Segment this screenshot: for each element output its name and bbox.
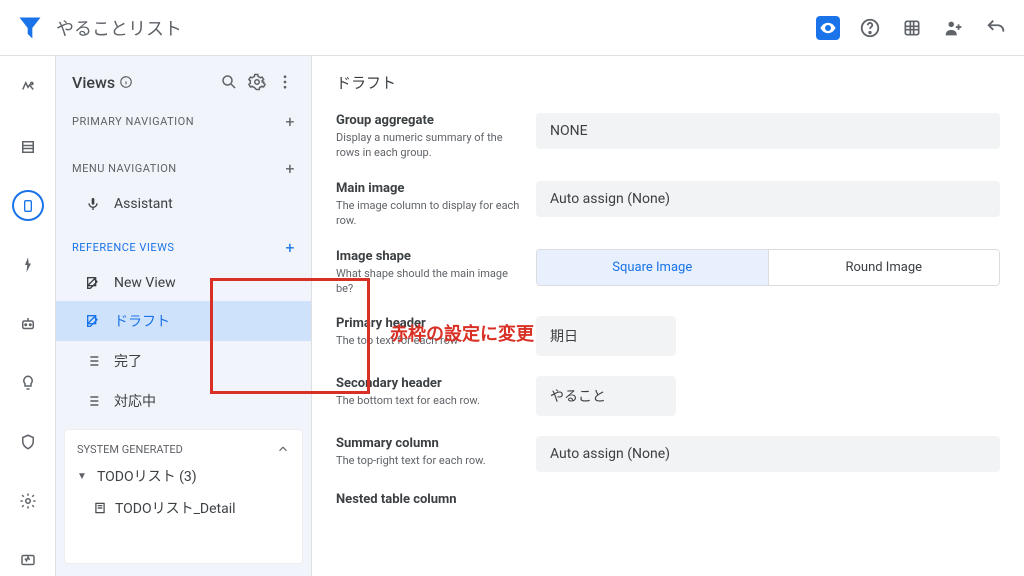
grid-icon[interactable] bbox=[900, 16, 924, 40]
rail-manage-icon[interactable] bbox=[12, 545, 44, 576]
app-logo bbox=[16, 14, 44, 42]
nav-inprogress[interactable]: 対応中 bbox=[56, 381, 311, 421]
add-primary-nav[interactable]: + bbox=[285, 112, 295, 131]
info-icon[interactable] bbox=[119, 75, 133, 89]
field-label-nested-table: Nested table column bbox=[336, 492, 520, 507]
list-icon bbox=[84, 353, 102, 369]
rail-security-icon[interactable] bbox=[12, 427, 44, 458]
segmented-image-shape: Square Image Round Image bbox=[536, 249, 1000, 286]
field-label-summary-column: Summary column bbox=[336, 436, 520, 451]
field-desc-secondary-header: The bottom text for each row. bbox=[336, 393, 520, 408]
section-primary-nav: PRIMARY NAVIGATION + bbox=[56, 104, 311, 139]
tree-root[interactable]: ▼ TODOリスト (3) bbox=[65, 460, 302, 492]
caret-icon: ▼ bbox=[77, 471, 89, 482]
section-ref-views: REFERENCE VIEWS + bbox=[56, 230, 311, 265]
field-desc-image-shape: What shape should the main image be? bbox=[336, 266, 520, 297]
views-panel: Views PRIMARY NAVIGATION + MENU NAVIGATI… bbox=[56, 56, 312, 576]
nav-done[interactable]: 完了 bbox=[56, 341, 311, 381]
help-icon[interactable] bbox=[858, 16, 882, 40]
rail-settings-icon[interactable] bbox=[12, 486, 44, 517]
field-label-secondary-header: Secondary header bbox=[336, 376, 520, 391]
tree-child-label: TODOリスト_Detail bbox=[115, 498, 236, 518]
add-user-icon[interactable] bbox=[942, 16, 966, 40]
add-ref-view[interactable]: + bbox=[285, 238, 295, 257]
field-label-image-shape: Image shape bbox=[336, 249, 520, 264]
rail-bots-icon[interactable] bbox=[12, 309, 44, 340]
rail-intelligence-icon[interactable] bbox=[12, 368, 44, 399]
rail-actions-icon[interactable] bbox=[12, 249, 44, 280]
edit-icon bbox=[84, 275, 102, 291]
rail-views-icon[interactable] bbox=[12, 190, 44, 221]
more-icon[interactable] bbox=[275, 72, 295, 92]
nav-draft-label: ドラフト bbox=[114, 311, 170, 331]
rail-data-icon[interactable] bbox=[12, 131, 44, 162]
dropdown-main-image[interactable]: Auto assign (None) bbox=[536, 181, 1000, 217]
tree-child[interactable]: TODOリスト_Detail bbox=[65, 492, 302, 524]
nav-assistant-label: Assistant bbox=[114, 196, 173, 212]
rail-home-icon[interactable] bbox=[12, 72, 44, 103]
dropdown-summary-column[interactable]: Auto assign (None) bbox=[536, 436, 1000, 472]
seg-round[interactable]: Round Image bbox=[768, 250, 1000, 285]
collapse-icon[interactable] bbox=[276, 442, 290, 456]
section-sys-gen: SYSTEM GENERATED bbox=[65, 438, 302, 460]
add-menu-nav[interactable]: + bbox=[285, 159, 295, 178]
nav-assistant[interactable]: Assistant bbox=[56, 186, 311, 222]
search-icon[interactable] bbox=[219, 72, 239, 92]
dropdown-group-aggregate[interactable]: NONE bbox=[536, 113, 1000, 149]
dropdown-primary-header[interactable]: 期日 bbox=[536, 316, 676, 356]
topbar-actions bbox=[816, 16, 1008, 40]
preview-icon[interactable] bbox=[816, 16, 840, 40]
nav-draft[interactable]: ドラフト bbox=[56, 301, 311, 341]
nav-new-view-label: New View bbox=[114, 275, 176, 291]
field-label-main-image: Main image bbox=[336, 181, 520, 196]
content-area: ドラフト Group aggregate Display a numeric s… bbox=[312, 56, 1024, 576]
section-menu-nav: MENU NAVIGATION + bbox=[56, 151, 311, 186]
undo-icon[interactable] bbox=[984, 16, 1008, 40]
nav-rail bbox=[0, 56, 56, 576]
field-desc-main-image: The image column to display for each row… bbox=[336, 198, 520, 229]
list-icon bbox=[84, 393, 102, 409]
dropdown-secondary-header[interactable]: やること bbox=[536, 376, 676, 416]
nav-inprogress-label: 対応中 bbox=[114, 391, 156, 411]
tree-root-label: TODOリスト (3) bbox=[97, 466, 197, 486]
seg-square[interactable]: Square Image bbox=[537, 250, 768, 285]
views-panel-title: Views bbox=[72, 73, 133, 92]
topbar: やることリスト bbox=[0, 0, 1024, 56]
gear-icon[interactable] bbox=[247, 72, 267, 92]
field-label-group-aggregate: Group aggregate bbox=[336, 113, 520, 128]
field-desc-group-aggregate: Display a numeric summary of the rows in… bbox=[336, 130, 520, 161]
field-desc-summary-column: The top-right text for each row. bbox=[336, 453, 520, 468]
edit-icon bbox=[84, 313, 102, 329]
content-title: ドラフト bbox=[336, 72, 1000, 93]
nav-new-view[interactable]: New View bbox=[56, 265, 311, 301]
app-title: やることリスト bbox=[56, 15, 182, 41]
annotation-text: 赤枠の設定に変更 bbox=[390, 320, 534, 346]
nav-done-label: 完了 bbox=[114, 351, 142, 371]
detail-icon bbox=[93, 501, 107, 515]
mic-icon bbox=[84, 196, 102, 212]
